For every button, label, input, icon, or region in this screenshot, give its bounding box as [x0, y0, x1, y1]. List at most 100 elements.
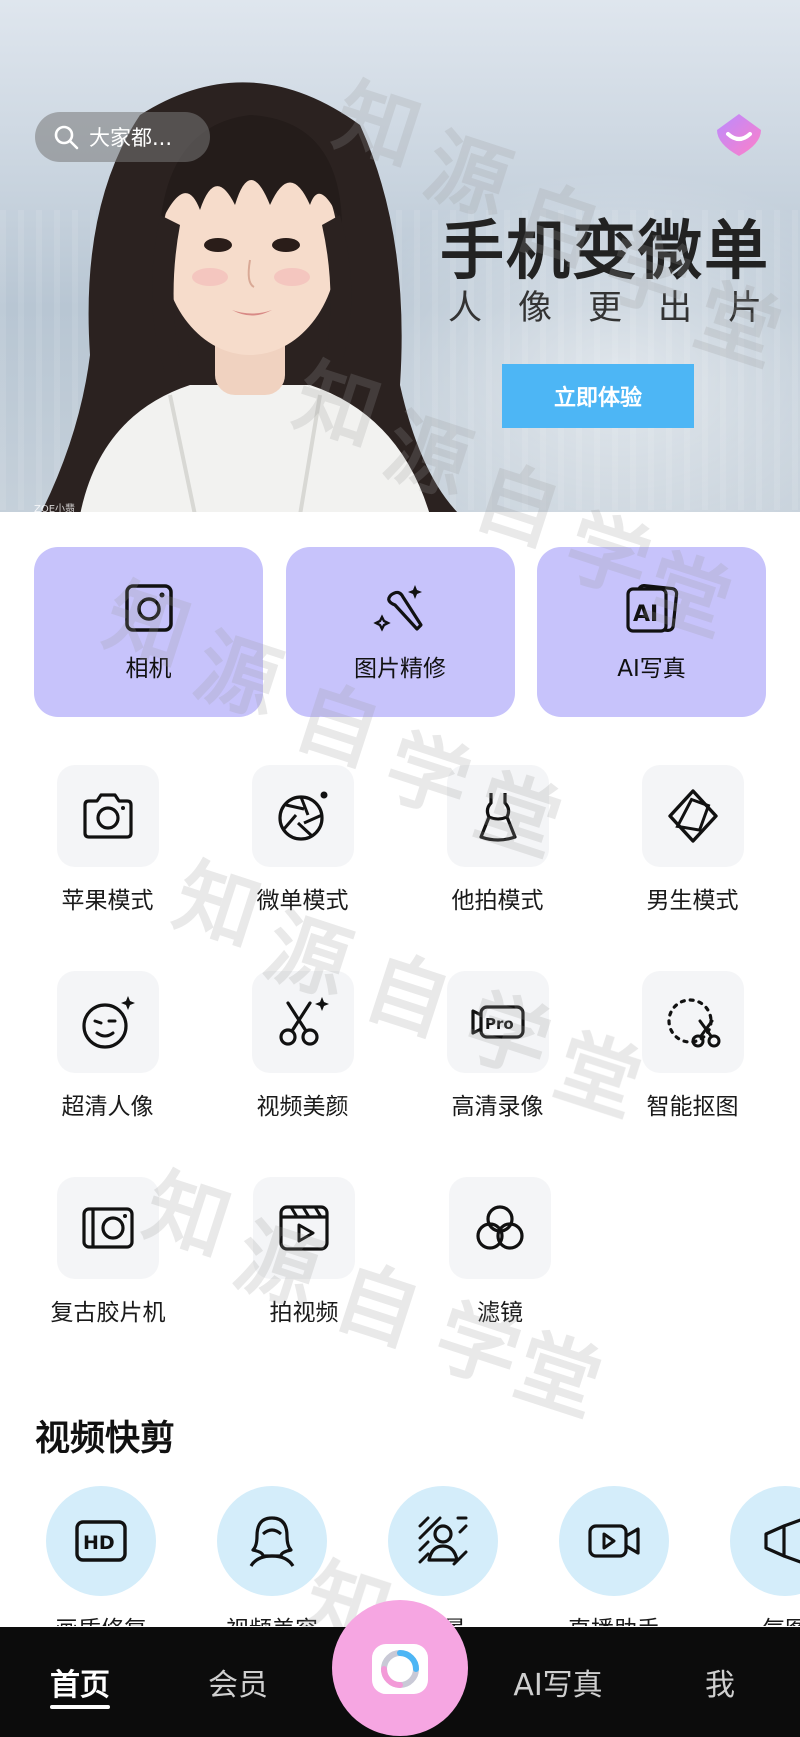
tool-label: 微单模式: [256, 888, 349, 914]
retro-camera-icon: [82, 1207, 134, 1249]
section-title-video-quick-edit: 视频快剪: [35, 1419, 176, 1459]
nav-vip-label: 会员: [208, 1668, 268, 1703]
tool-label: 苹果模式: [61, 888, 154, 914]
tool-icon-box: [251, 971, 354, 1073]
feature-card-label: 相机: [125, 656, 172, 682]
feature-card-label: AI写真: [617, 656, 686, 682]
feature-card-retouch[interactable]: 图片精修: [285, 547, 515, 717]
tool-icon-box: [56, 971, 159, 1073]
promo-sub-char: 更: [588, 288, 622, 328]
vip-gem-icon[interactable]: [714, 112, 764, 158]
quick-icon-circle: [730, 1486, 800, 1596]
tool-video-beauty[interactable]: 视频美颜: [205, 971, 400, 1177]
feature-card-camera[interactable]: 相机: [34, 547, 263, 717]
tool-icon-box: [253, 1177, 355, 1279]
search-icon: [54, 125, 79, 150]
tool-icon-box: [446, 765, 549, 867]
face-sparkle-icon: [81, 996, 135, 1049]
background-person-icon: [418, 1516, 468, 1566]
tool-label: 拍视频: [269, 1300, 339, 1326]
nav-vip[interactable]: 会员: [188, 1627, 288, 1737]
magic-wand-icon: [373, 585, 423, 632]
tool-shoot-video[interactable]: 拍视频: [206, 1177, 402, 1383]
scissors-sparkle-icon: [278, 997, 329, 1046]
quick-label: 画质修复: [55, 1610, 147, 1626]
tool-row: 复古胶片机 拍视频 滤镜: [10, 1177, 790, 1383]
svg-text:HD: HD: [83, 1532, 115, 1554]
tool-label: 超清人像: [61, 1094, 154, 1120]
camera-icon: [124, 584, 173, 632]
tool-grid: 苹果模式 微单模式 他拍模式 男生模式 超清人像 视频美颜 Pro 高清录像 智…: [10, 765, 790, 1383]
quick-label: 视频美容: [226, 1610, 318, 1626]
quick-icon-circle: [388, 1486, 498, 1596]
tool-icon-box: Pro: [446, 971, 549, 1073]
nav-me[interactable]: 我: [670, 1627, 770, 1737]
app-camera-icon: [372, 1644, 428, 1694]
promo-title: 手机变微单: [440, 215, 770, 289]
photo-credit: ZOE小翡: [34, 504, 76, 512]
video-camera-icon: [588, 1524, 640, 1558]
feature-card-ai-portrait[interactable]: AI AI写真: [537, 547, 766, 717]
tool-hd-portrait[interactable]: 超清人像: [10, 971, 205, 1177]
promo-sub-char: 像: [518, 288, 552, 328]
tool-male-mode[interactable]: 男生模式: [595, 765, 790, 971]
tool-icon-box: [251, 765, 354, 867]
tool-row: 超清人像 视频美颜 Pro 高清录像 智能抠图: [10, 971, 790, 1177]
tool-retro-film[interactable]: 复古胶片机: [10, 1177, 206, 1383]
tool-smart-cutout[interactable]: 智能抠图: [595, 971, 790, 1177]
quick-label: 直播助手: [568, 1610, 660, 1626]
apple-camera-icon: [82, 793, 133, 839]
promo-sub-char: 人: [448, 288, 482, 328]
dress-icon: [478, 793, 517, 842]
tool-row: 苹果模式 微单模式 他拍模式 男生模式: [10, 765, 790, 971]
tool-apple-mode[interactable]: 苹果模式: [10, 765, 205, 971]
megaphone-icon: [764, 1518, 800, 1564]
quick-item-quality-repair[interactable]: HD 画质修复: [46, 1486, 156, 1626]
tool-icon-box: [641, 971, 744, 1073]
quick-icon-circle: [217, 1486, 327, 1596]
promo-subtitle: 人 像 更 出 片: [440, 280, 770, 329]
tool-filters[interactable]: 滤镜: [402, 1177, 598, 1383]
try-now-button[interactable]: 立即体验: [502, 364, 694, 428]
svg-text:AI: AI: [633, 602, 658, 627]
tool-label: 他拍模式: [451, 888, 544, 914]
nav-me-label: 我: [705, 1668, 735, 1703]
tool-icon-box: [56, 765, 159, 867]
tool-label: 男生模式: [646, 888, 739, 914]
hero-banner[interactable]: ZOE小翡 大家都... 手机变微单 人 像 更 出 片 立即体验: [0, 0, 800, 512]
svg-text:Pro: Pro: [485, 1015, 514, 1033]
quick-item-video-beauty[interactable]: 视频美容: [217, 1486, 327, 1626]
quick-item-live-assistant[interactable]: 直播助手: [559, 1486, 669, 1626]
portrait-outline-icon: [249, 1516, 295, 1567]
quick-icon-circle: HD: [46, 1486, 156, 1596]
tool-label: 高清录像: [451, 1094, 544, 1120]
nav-home-label: 首页: [50, 1668, 110, 1703]
diamond-icon: [667, 789, 718, 843]
nav-ai-label: AI写真: [513, 1668, 603, 1703]
promo-sub-char: 片: [728, 288, 762, 328]
tool-label: 智能抠图: [646, 1094, 739, 1120]
promo-sub-char: 出: [658, 288, 692, 328]
filter-circles-icon: [476, 1205, 524, 1250]
nav-ai-portrait[interactable]: AI写真: [498, 1627, 618, 1737]
tool-label: 滤镜: [477, 1300, 523, 1326]
pro-video-icon: Pro: [470, 1005, 525, 1039]
tool-label: 视频美颜: [256, 1094, 349, 1120]
tool-label: 复古胶片机: [50, 1300, 166, 1326]
aperture-icon: [277, 791, 327, 841]
tool-mirrorless-mode[interactable]: 微单模式: [205, 765, 400, 971]
quick-item-partial[interactable]: 气图: [730, 1486, 800, 1626]
tool-icon-box: [641, 765, 744, 867]
tool-others-shoot-mode[interactable]: 他拍模式: [400, 765, 595, 971]
hd-icon: HD: [75, 1520, 127, 1562]
video-clapper-icon: [279, 1205, 329, 1251]
tool-hd-recording[interactable]: Pro 高清录像: [400, 971, 595, 1177]
ai-portrait-icon: AI: [625, 584, 678, 633]
feature-card-label: 图片精修: [354, 656, 446, 682]
nav-home[interactable]: 首页: [30, 1627, 130, 1737]
camera-fab-button[interactable]: [332, 1600, 468, 1736]
feature-cards: 相机 图片精修 AI AI写真: [34, 547, 766, 717]
search-bar[interactable]: 大家都...: [35, 112, 210, 162]
tool-icon-box: [449, 1177, 551, 1279]
tool-icon-box: [57, 1177, 159, 1279]
